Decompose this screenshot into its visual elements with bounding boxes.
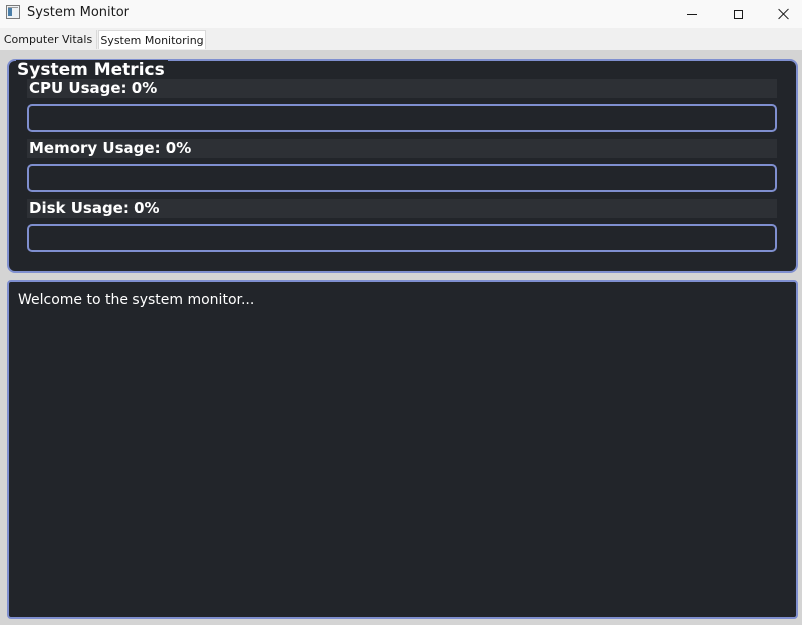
close-button[interactable] xyxy=(761,0,802,28)
memory-usage-progress-bar xyxy=(27,164,777,192)
window-title: System Monitor xyxy=(27,5,130,20)
minimize-button[interactable] xyxy=(669,0,715,28)
tab-bar: Computer Vitals System Monitoring xyxy=(0,28,802,50)
app-window: System Monitor Computer Vitals System Mo… xyxy=(0,0,802,625)
minimize-icon xyxy=(687,13,697,15)
system-metrics-group: System Metrics CPU Usage: 0% Memory Usag… xyxy=(7,59,798,273)
log-output-area[interactable]: Welcome to the system monitor... xyxy=(7,280,798,619)
log-welcome-text: Welcome to the system monitor... xyxy=(18,292,255,308)
title-bar[interactable]: System Monitor xyxy=(0,0,802,28)
cpu-usage-label: CPU Usage: 0% xyxy=(27,79,777,98)
maximize-button[interactable] xyxy=(715,0,761,28)
tab-computer-vitals[interactable]: Computer Vitals xyxy=(0,30,97,49)
disk-usage-progress-bar xyxy=(27,224,777,252)
cpu-usage-progress-bar xyxy=(27,104,777,132)
system-metrics-title: System Metrics xyxy=(16,60,168,80)
memory-usage-label: Memory Usage: 0% xyxy=(27,139,777,158)
close-icon xyxy=(778,8,790,20)
disk-usage-label: Disk Usage: 0% xyxy=(27,199,777,218)
maximize-icon xyxy=(733,9,743,19)
app-window-icon[interactable] xyxy=(6,5,20,19)
tab-system-monitoring[interactable]: System Monitoring xyxy=(98,30,206,49)
